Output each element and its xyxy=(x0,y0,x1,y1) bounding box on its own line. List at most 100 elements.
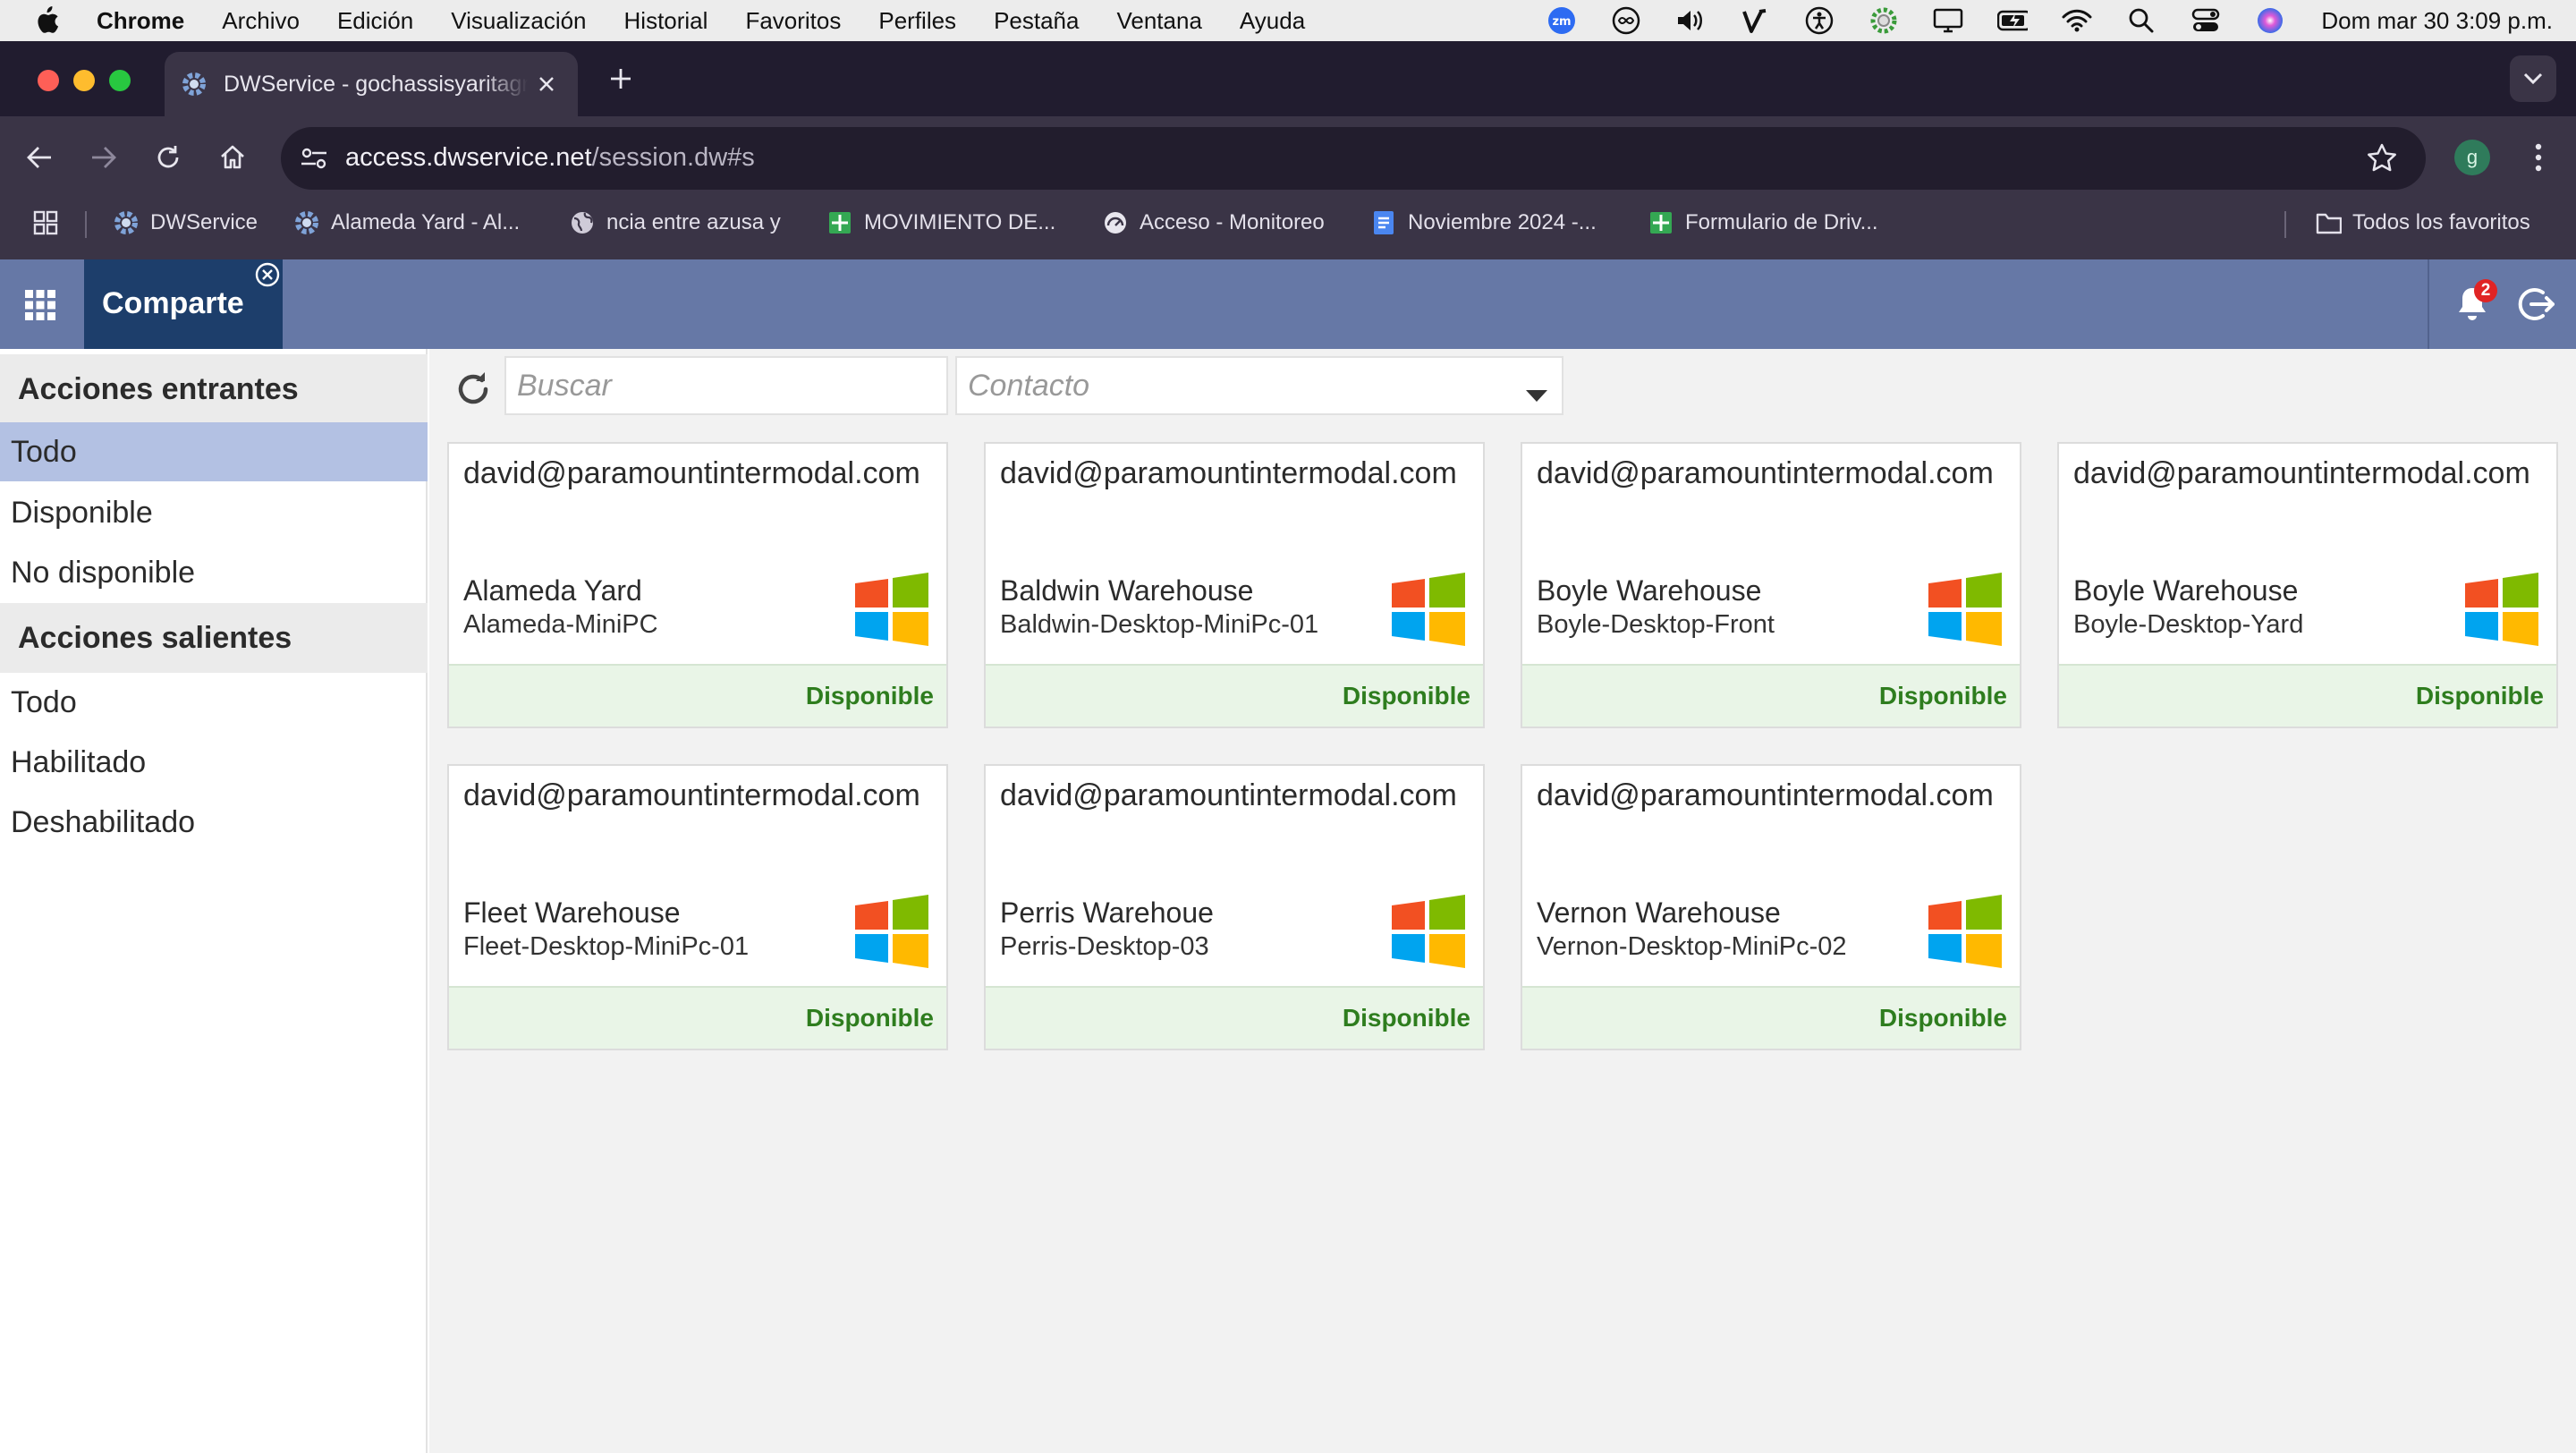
menu-chrome[interactable]: Chrome xyxy=(97,7,184,35)
share-card[interactable]: david@paramountintermodal.com Vernon War… xyxy=(1521,764,2021,1050)
dwservice-gear-icon xyxy=(113,209,140,236)
menu-pestana[interactable]: Pestaña xyxy=(994,7,1079,35)
status-badge: Disponible xyxy=(1342,682,1470,710)
bookmark-dwservice[interactable]: DWService xyxy=(113,199,258,247)
menubar-clock[interactable]: Dom mar 30 3:09 p.m. xyxy=(2321,7,2553,35)
wifi-icon[interactable] xyxy=(2062,5,2092,36)
bookmark-formulario-drive[interactable]: Formulario de Driv... xyxy=(1648,199,1878,247)
maximize-window-button[interactable] xyxy=(109,70,131,91)
siri-icon[interactable] xyxy=(2255,5,2285,36)
new-tab-plus-icon[interactable] xyxy=(601,59,640,98)
tab-search-chevron-icon[interactable] xyxy=(2510,55,2556,102)
back-arrow-icon[interactable] xyxy=(20,138,59,177)
sidebar-item-outgoing-disabled[interactable]: Deshabilitado xyxy=(0,793,428,852)
bookmark-label: Acceso - Monitoreo xyxy=(1140,210,1325,234)
home-icon[interactable] xyxy=(213,138,252,177)
logout-icon[interactable] xyxy=(2513,283,2556,326)
menu-historial[interactable]: Historial xyxy=(624,7,708,35)
card-owner: david@paramountintermodal.com xyxy=(1000,456,1457,490)
bookmark-alameda-yard[interactable]: Alameda Yard - Al... xyxy=(293,199,520,247)
share-card[interactable]: david@paramountintermodal.com Boyle Ware… xyxy=(2057,442,2558,728)
card-name: Vernon Warehouse xyxy=(1537,896,1781,929)
bookmark-acceso-monitoreo[interactable]: Acceso - Monitoreo xyxy=(1102,199,1325,247)
card-owner: david@paramountintermodal.com xyxy=(1537,456,1994,490)
card-host: Alameda-MiniPC xyxy=(463,610,658,639)
address-bar[interactable]: access.dwservice.net/session.dw#s xyxy=(281,127,2426,190)
globe-icon xyxy=(569,209,596,236)
browser-tab-strip: DWService - gochassisyaritagranados xyxy=(0,41,2576,116)
card-footer: Disponible xyxy=(986,986,1483,1049)
bookmark-azusa[interactable]: ncia entre azusa y xyxy=(569,199,781,247)
accessibility-icon[interactable] xyxy=(1804,5,1835,36)
apple-icon[interactable] xyxy=(34,6,66,35)
incoming-actions-header: Acciones entrantes xyxy=(0,354,428,424)
display-icon[interactable] xyxy=(1933,5,1963,36)
sidebar-item-incoming-all[interactable]: Todo xyxy=(0,422,428,481)
url-path: /session.dw#s xyxy=(591,143,755,172)
dwservice-gear-icon xyxy=(293,209,320,236)
card-name: Alameda Yard xyxy=(463,574,642,607)
site-info-icon[interactable] xyxy=(297,141,331,175)
more-menu-icon[interactable] xyxy=(2521,138,2556,177)
sidebar-item-incoming-available[interactable]: Disponible xyxy=(0,483,428,542)
sidebar-item-outgoing-enabled[interactable]: Habilitado xyxy=(0,733,428,792)
card-owner: david@paramountintermodal.com xyxy=(1000,778,1457,812)
battery-icon[interactable] xyxy=(1997,5,2029,36)
menu-favoritos[interactable]: Favoritos xyxy=(745,7,841,35)
reload-icon[interactable] xyxy=(148,138,188,177)
bookmark-noviembre-2024[interactable]: Noviembre 2024 -... xyxy=(1370,199,1597,247)
card-footer: Disponible xyxy=(449,664,946,726)
gear-status-icon[interactable] xyxy=(1868,5,1899,36)
share-card[interactable]: david@paramountintermodal.com Boyle Ware… xyxy=(1521,442,2021,728)
share-card[interactable]: david@paramountintermodal.com Fleet Ware… xyxy=(447,764,948,1050)
forward-arrow-icon[interactable] xyxy=(84,138,123,177)
menu-visualizacion[interactable]: Visualización xyxy=(451,7,586,35)
contact-select[interactable]: Contacto xyxy=(955,356,1563,415)
apps-grid-icon[interactable] xyxy=(32,199,59,247)
browser-tab-active[interactable]: DWService - gochassisyaritagranados xyxy=(165,52,578,116)
docs-icon xyxy=(1370,209,1397,236)
card-footer: Disponible xyxy=(1522,664,2020,726)
minimize-window-button[interactable] xyxy=(73,70,95,91)
bookmark-movimiento[interactable]: MOVIMIENTO DE... xyxy=(826,199,1055,247)
outgoing-actions-header: Acciones salientes xyxy=(0,603,428,673)
spotlight-search-icon[interactable] xyxy=(2126,5,2157,36)
bookmark-label: ncia entre azusa y xyxy=(606,210,781,234)
all-bookmarks-folder[interactable]: Todos los favoritos xyxy=(2315,199,2530,247)
search-input[interactable] xyxy=(504,356,948,415)
notifications-bell-icon[interactable]: 2 xyxy=(2451,279,2497,326)
infinity-icon[interactable] xyxy=(1611,5,1641,36)
sidebar-item-incoming-unavailable[interactable]: No disponible xyxy=(0,543,428,602)
volume-icon[interactable] xyxy=(1675,5,1706,36)
close-window-button[interactable] xyxy=(38,70,59,91)
card-host: Baldwin-Desktop-MiniPc-01 xyxy=(1000,610,1319,639)
address-url[interactable]: access.dwservice.net/session.dw#s xyxy=(345,143,755,173)
menu-ventana[interactable]: Ventana xyxy=(1116,7,1201,35)
close-tab-icon[interactable] xyxy=(533,71,560,98)
menu-archivo[interactable]: Archivo xyxy=(222,7,300,35)
menu-ayuda[interactable]: Ayuda xyxy=(1240,7,1305,35)
apps-grid-icon[interactable] xyxy=(23,288,57,322)
zoom-icon[interactable]: zm xyxy=(1546,5,1577,36)
refresh-icon[interactable] xyxy=(451,367,496,412)
card-host: Boyle-Desktop-Front xyxy=(1537,610,1775,639)
share-card[interactable]: david@paramountintermodal.com Alameda Ya… xyxy=(447,442,948,728)
bookmark-star-icon[interactable] xyxy=(2365,141,2399,175)
card-name: Baldwin Warehouse xyxy=(1000,574,1254,607)
bookmark-label: DWService xyxy=(150,210,258,234)
menu-edicion[interactable]: Edición xyxy=(337,7,413,35)
vimeo-v-icon[interactable] xyxy=(1740,5,1770,36)
card-host: Perris-Desktop-03 xyxy=(1000,932,1209,961)
menu-perfiles[interactable]: Perfiles xyxy=(878,7,956,35)
sidebar-item-outgoing-all[interactable]: Todo xyxy=(0,673,428,732)
control-center-icon[interactable] xyxy=(2190,5,2221,36)
profile-avatar[interactable]: g xyxy=(2454,140,2490,175)
share-card[interactable]: david@paramountintermodal.com Perris War… xyxy=(984,764,1485,1050)
bookmarks-bar: DWService Alameda Yard - Al... ncia entr… xyxy=(0,199,2576,259)
app-tab-comparte[interactable]: Comparte xyxy=(84,259,283,349)
close-circle-icon[interactable] xyxy=(254,261,281,288)
app-header: Comparte 2 xyxy=(0,259,2576,349)
share-card[interactable]: david@paramountintermodal.com Baldwin Wa… xyxy=(984,442,1485,728)
windows-logo-icon xyxy=(1927,571,2004,648)
card-footer: Disponible xyxy=(1522,986,2020,1049)
